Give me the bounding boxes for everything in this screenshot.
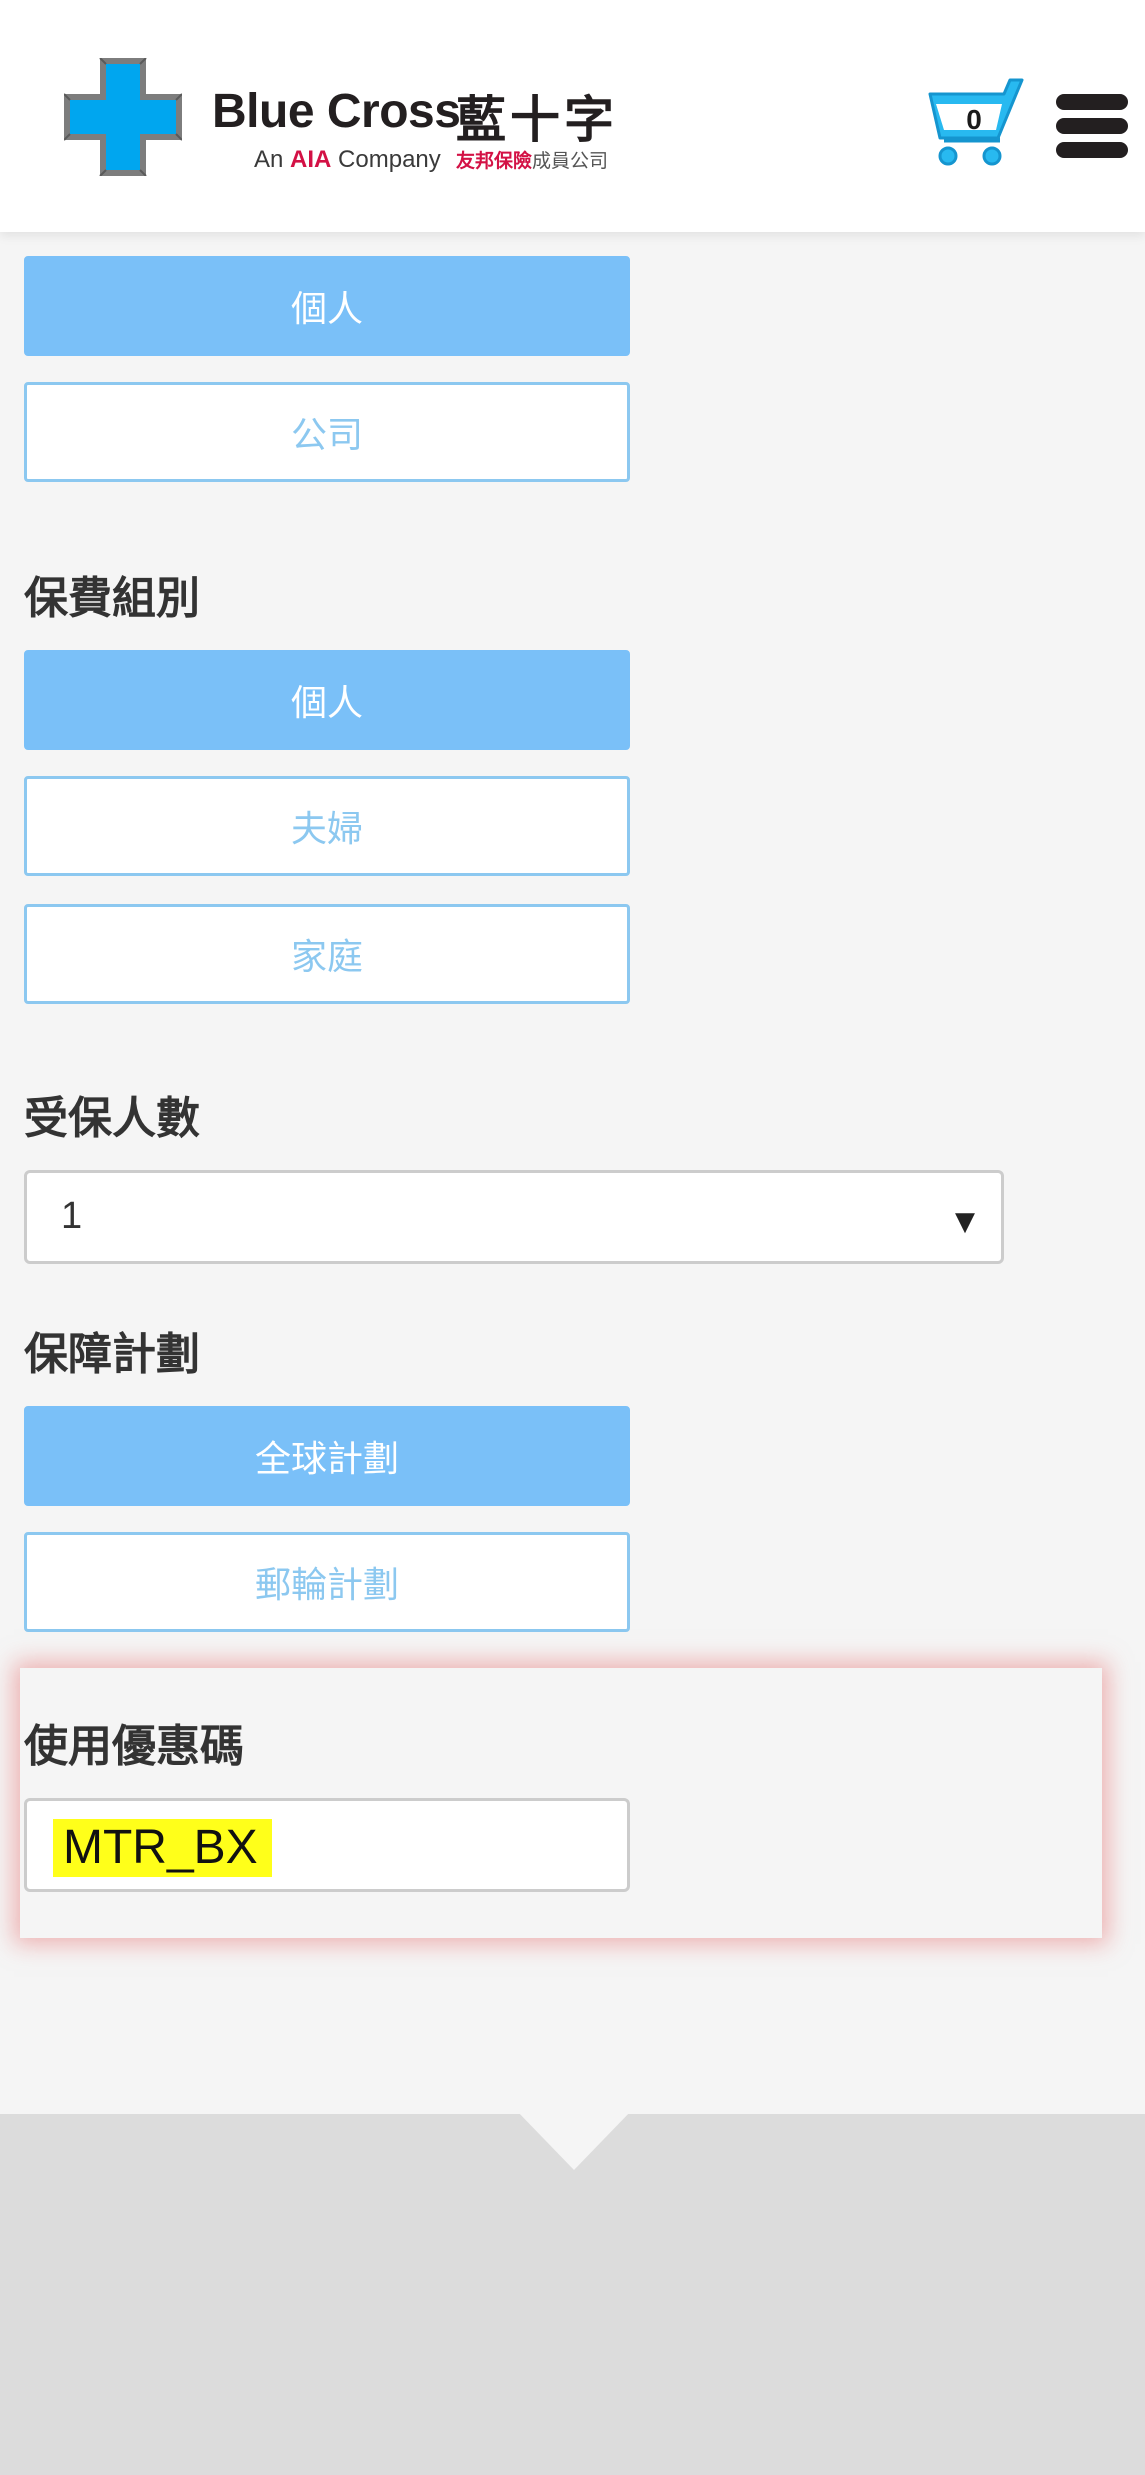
coverage-global-plan-button[interactable]: 全球計劃: [24, 1406, 630, 1506]
promo-code-value: MTR_BX: [53, 1819, 272, 1877]
hamburger-menu-icon[interactable]: [1056, 94, 1128, 162]
applicant-company-button[interactable]: 公司: [24, 382, 630, 482]
coverage-plan-label: 保障計劃: [24, 1329, 200, 1380]
footer-notch-divider: [516, 2110, 632, 2170]
dropdown-arrow-icon: ▼: [955, 1207, 975, 1237]
blue-cross-logo-icon[interactable]: [64, 58, 182, 176]
brand-name-zh: 藍十字: [456, 91, 618, 149]
brand-tagline-en: An AIA Company: [254, 146, 441, 174]
promo-code-input[interactable]: MTR_BX: [24, 1798, 630, 1892]
promo-code-label: 使用優惠碼: [24, 1721, 244, 1772]
premium-group-couple-button[interactable]: 夫婦: [24, 776, 630, 876]
site-header: Blue Cross 藍十字 An AIA Company 友邦保險成員公司 0: [0, 0, 1145, 232]
tagline-suffix: Company: [338, 146, 441, 173]
tagline-prefix: An: [254, 146, 284, 173]
insured-count-select[interactable]: 1 ▼: [24, 1170, 1004, 1264]
cart-count-badge: 0: [966, 104, 982, 135]
applicant-individual-button[interactable]: 個人: [24, 256, 630, 356]
brand-name-en: Blue Cross: [212, 85, 461, 138]
tagline-zh-highlight: 友邦保險: [456, 150, 533, 172]
brand-tagline-zh: 友邦保險成員公司: [456, 146, 608, 173]
insured-count-label: 受保人數: [24, 1093, 200, 1144]
tagline-zh-suffix: 成員公司: [532, 150, 609, 172]
insured-count-value: 1: [61, 1195, 83, 1237]
premium-group-label: 保費組別: [24, 573, 200, 624]
coverage-cruise-plan-button[interactable]: 郵輪計劃: [24, 1532, 630, 1632]
premium-group-individual-button[interactable]: 個人: [24, 650, 630, 750]
tagline-aia: AIA: [290, 146, 332, 173]
premium-group-family-button[interactable]: 家庭: [24, 904, 630, 1004]
